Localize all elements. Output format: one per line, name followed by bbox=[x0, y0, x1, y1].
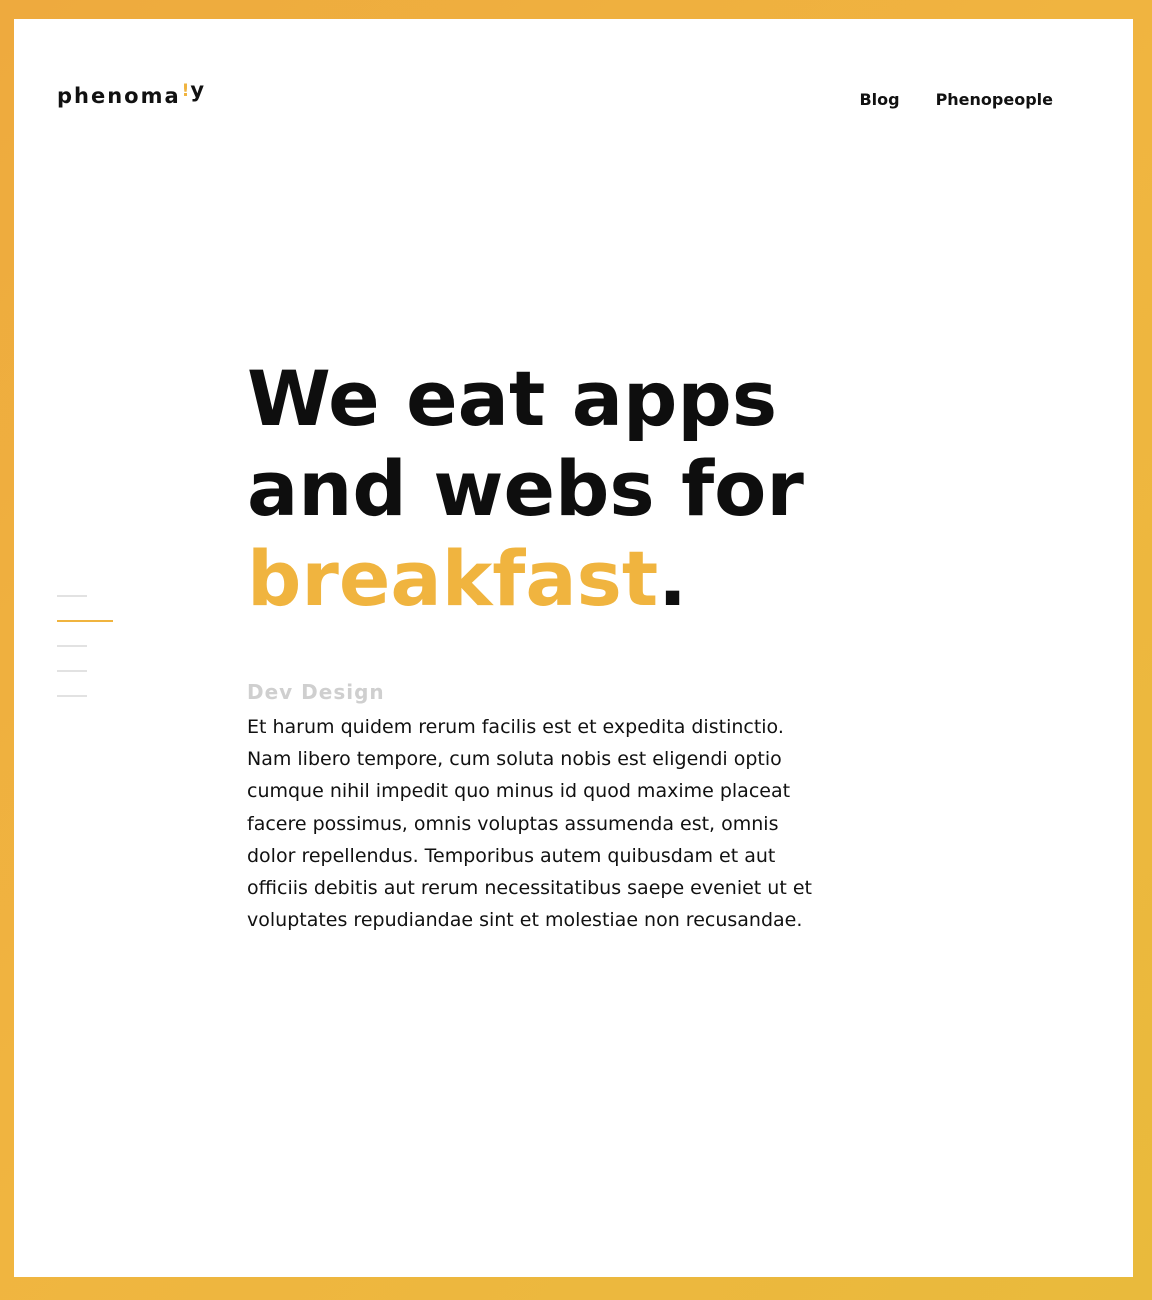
headline-line-1: We eat apps bbox=[247, 354, 778, 443]
logo-exclamation-mark: ! bbox=[181, 81, 190, 101]
brand-logo[interactable]: phenoma!y bbox=[57, 78, 204, 112]
slide-indicator bbox=[57, 595, 117, 720]
nav-link-blog[interactable]: Blog bbox=[859, 89, 899, 111]
slide-indicator-bar-1[interactable] bbox=[57, 595, 87, 597]
headline-accent-word: breakfast bbox=[247, 534, 659, 623]
headline-line-2: and webs for bbox=[247, 444, 804, 533]
hero-body-text: Et harum quidem rerum facilis est et exp… bbox=[247, 716, 812, 932]
headline-period: . bbox=[658, 534, 688, 623]
hero-section: We eat apps and webs for breakfast. Dev … bbox=[247, 354, 867, 955]
logo-end: y bbox=[190, 78, 205, 102]
slide-indicator-bar-3[interactable] bbox=[57, 645, 87, 647]
slide-indicator-bar-5[interactable] bbox=[57, 695, 87, 697]
page-canvas: phenoma!y Blog Phenopeople We eat apps a… bbox=[14, 19, 1133, 1277]
slide-indicator-bar-4[interactable] bbox=[57, 670, 87, 672]
top-nav: Blog Phenopeople bbox=[859, 89, 1053, 111]
logo-text: phenoma bbox=[57, 84, 181, 108]
slide-indicator-bar-2-active[interactable] bbox=[57, 620, 113, 622]
nav-link-phenopeople[interactable]: Phenopeople bbox=[936, 89, 1053, 111]
hero-headline: We eat apps and webs for breakfast. bbox=[247, 354, 867, 624]
hero-subhead: Dev Design bbox=[247, 680, 385, 704]
